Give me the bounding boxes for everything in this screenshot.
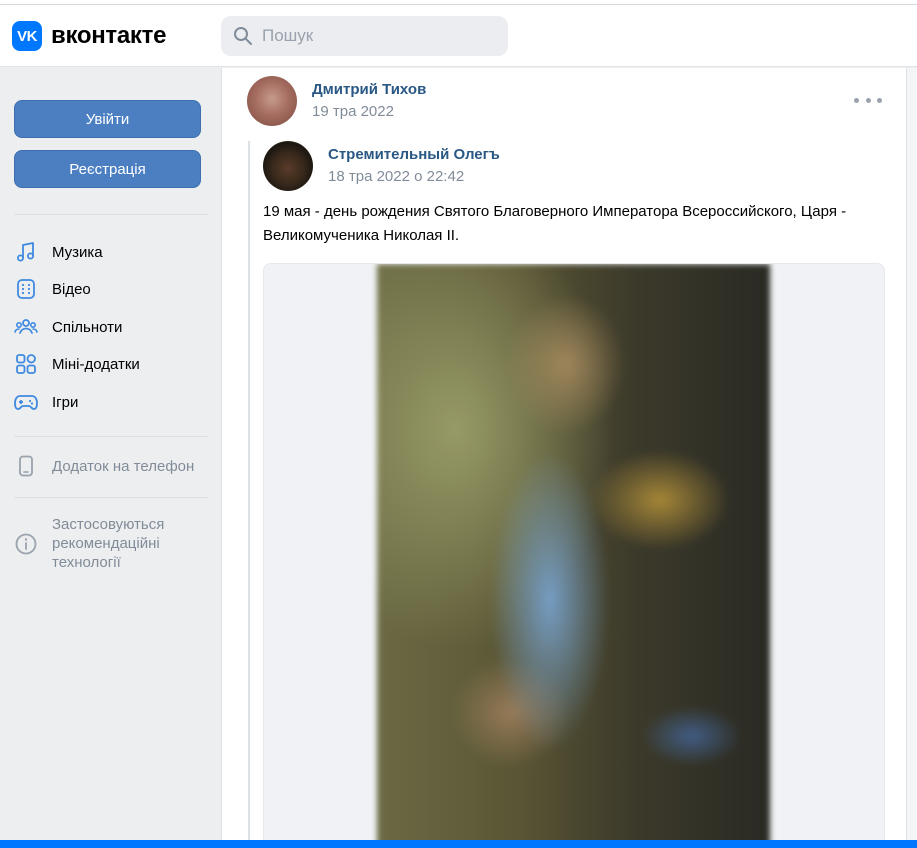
repost-author-avatar[interactable] xyxy=(263,141,313,191)
post-date[interactable]: 19 тра 2022 xyxy=(312,103,394,120)
post-photo[interactable] xyxy=(377,264,770,848)
vk-logo-icon: VK xyxy=(12,21,42,51)
info-icon xyxy=(14,532,38,556)
scrollbar[interactable] xyxy=(907,68,917,840)
sidebar-item-label: Спільноти xyxy=(52,318,123,336)
recommendations-notice[interactable]: Застосовуються рекомендаційні технології xyxy=(14,515,214,572)
mini-apps-icon xyxy=(14,352,38,376)
sidebar-item-label: Міні-додатки xyxy=(52,355,140,373)
logo-text: вконтакте xyxy=(51,22,167,49)
post-card: Дмитрий Тихов 19 тра 2022 Стремительный … xyxy=(221,68,907,848)
sidebar-divider xyxy=(14,214,208,215)
bottom-accent-bar xyxy=(0,840,917,848)
sidebar-item-mobile-app[interactable]: Додаток на телефон xyxy=(14,451,214,481)
phone-icon xyxy=(14,454,38,478)
sidebar-item-label: Музика xyxy=(52,243,103,261)
login-button[interactable]: Увійти xyxy=(14,100,201,138)
sidebar-item-label: Відео xyxy=(52,280,91,298)
sidebar-item-video[interactable]: Відео xyxy=(14,274,214,304)
header: VK вконтакте xyxy=(0,5,917,67)
repost-author-name[interactable]: Стремительный Олегъ xyxy=(328,146,500,163)
search-input[interactable] xyxy=(262,26,482,46)
sidebar: Увійти Реєстрація Музика Відео Спільноти xyxy=(0,68,220,848)
sidebar-item-label: Додаток на телефон xyxy=(52,457,195,475)
sidebar-divider xyxy=(14,497,208,498)
repost-indent-line xyxy=(248,141,250,841)
sidebar-item-music[interactable]: Музика xyxy=(14,237,214,267)
search-box[interactable] xyxy=(221,16,508,56)
sidebar-divider xyxy=(14,436,208,437)
sidebar-item-games[interactable]: Ігри xyxy=(14,387,214,417)
video-icon xyxy=(14,277,38,301)
music-note-icon xyxy=(14,240,38,264)
more-icon[interactable] xyxy=(854,90,882,110)
post-photo-container[interactable] xyxy=(263,263,885,848)
author-name[interactable]: Дмитрий Тихов xyxy=(312,81,426,98)
author-avatar[interactable] xyxy=(247,76,297,126)
recommendations-text: Застосовуються рекомендаційні технології xyxy=(52,516,165,571)
register-button[interactable]: Реєстрація xyxy=(14,150,201,188)
page: VK вконтакте Увійти Реєстрація Музика Ві… xyxy=(0,0,917,848)
repost-date[interactable]: 18 тра 2022 о 22:42 xyxy=(328,168,464,185)
sidebar-item-label: Ігри xyxy=(52,393,79,411)
communities-icon xyxy=(14,315,38,339)
sidebar-item-communities[interactable]: Спільноти xyxy=(14,312,214,342)
sidebar-item-mini-apps[interactable]: Міні-додатки xyxy=(14,349,214,379)
post-text: 19 мая - день рождения Святого Благоверн… xyxy=(263,203,847,244)
search-icon xyxy=(234,27,252,45)
gamepad-icon xyxy=(14,390,38,414)
vk-logo[interactable]: VK вконтакте xyxy=(12,21,166,51)
